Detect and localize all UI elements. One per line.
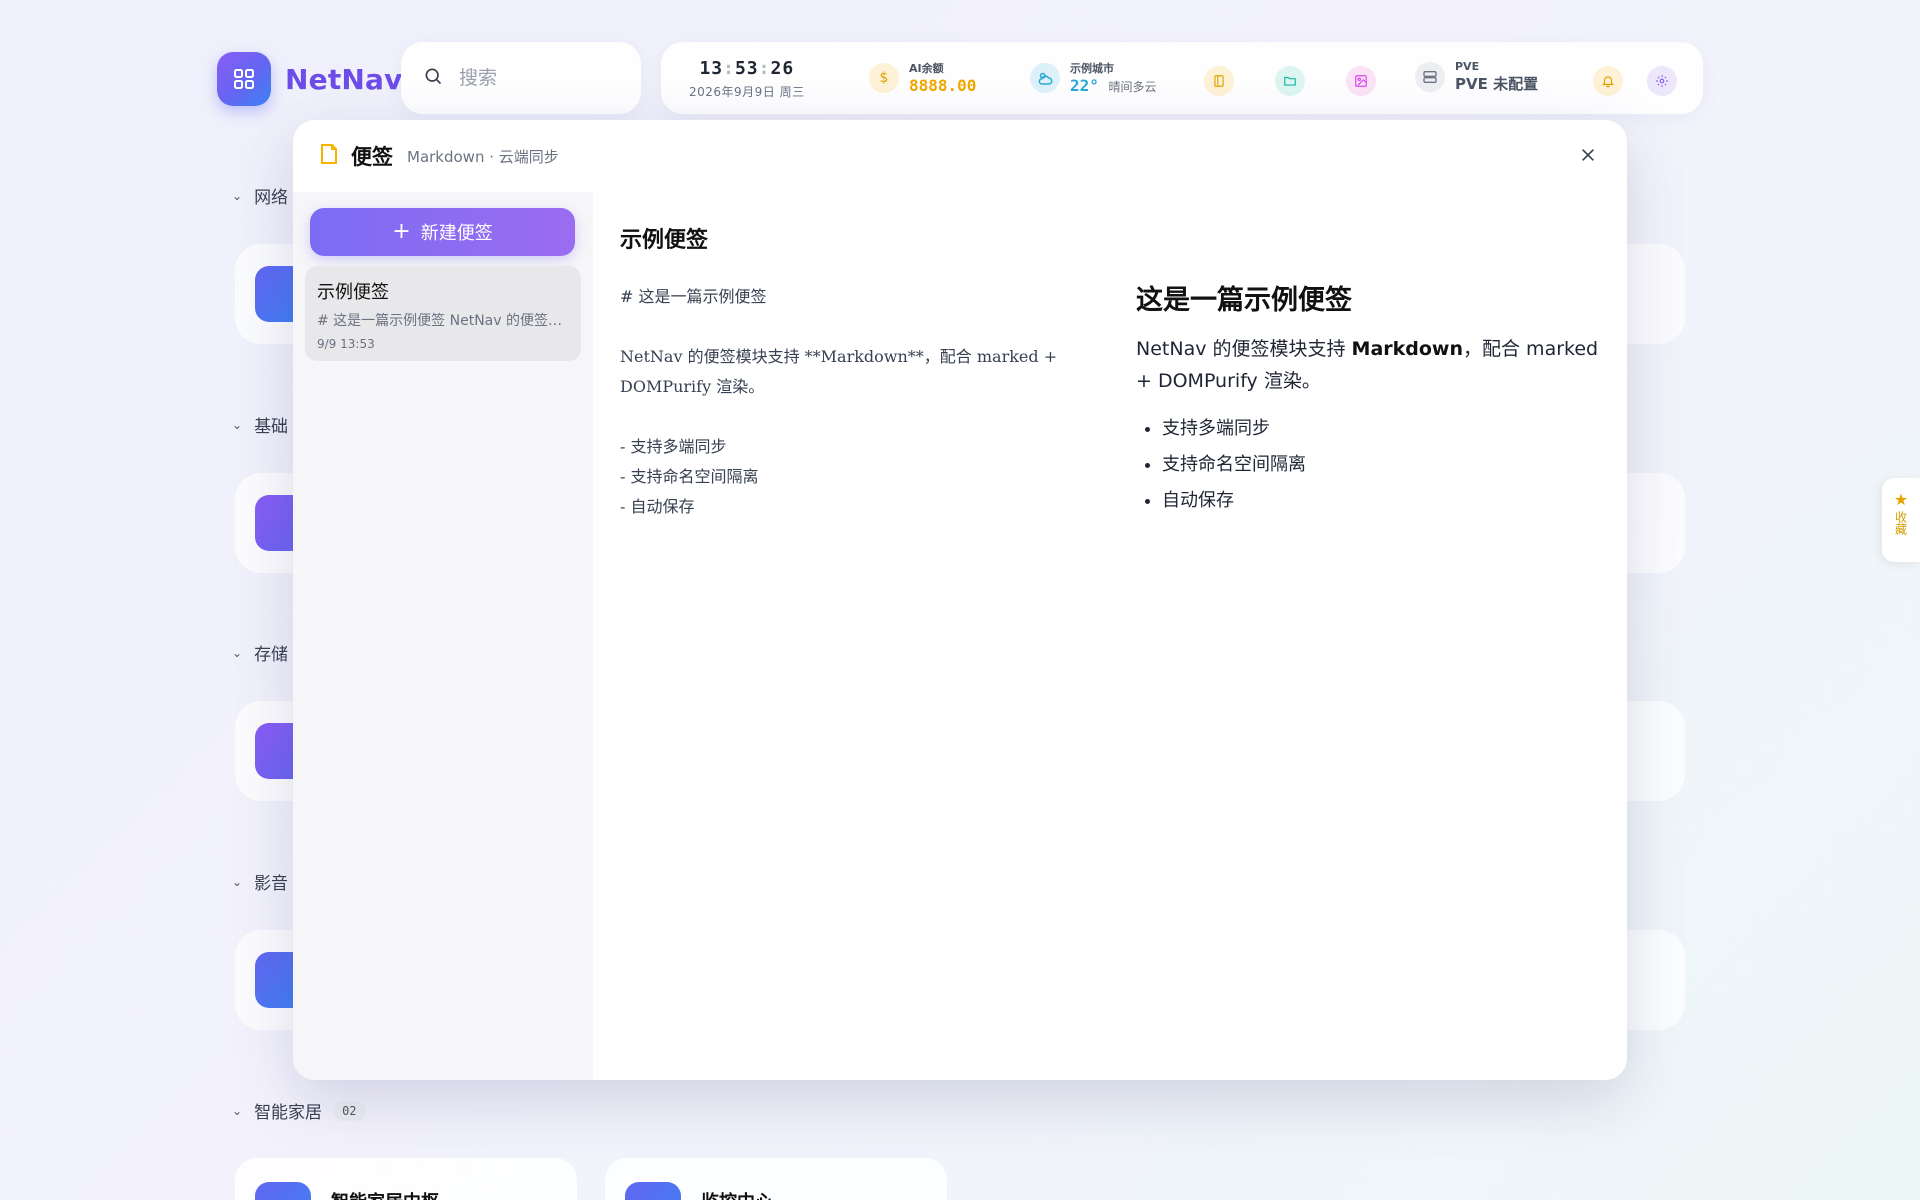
preview-list: 支持多端同步 支持命名空间隔离 自动保存 [1136,411,1606,519]
service-card[interactable]: 监控中心 [605,1158,947,1200]
category-network[interactable]: ⌄ 网络 [232,183,288,208]
ai-balance-widget[interactable]: $ AI余额 8888.00 [869,60,976,95]
weather-icon [1030,62,1060,93]
search-icon [423,66,443,90]
ai-balance-label: AI余额 [909,62,944,75]
note-item-preview: # 这是一篇示例便签 NetNav 的便签模块支持 **Markdown**，配… [317,313,569,329]
service-icon [625,1182,681,1200]
dollar-icon: $ [869,62,899,93]
category-label: 存储 [254,645,289,665]
server-icon [1415,62,1445,92]
clock-time: 13:53:26 [699,58,795,79]
close-icon [1580,147,1596,167]
weather-desc: 晴间多云 [1108,80,1157,94]
modal-title: 便签 [351,145,393,169]
preview-list-item: 支持多端同步 [1162,411,1606,447]
preview-paragraph: NetNav 的便签模块支持 Markdown，配合 marked + DOMP… [1136,338,1599,392]
preview-list-item: 支持命名空间隔离 [1162,447,1606,483]
chevron-down-icon: ⌄ [232,188,243,203]
category-label: 智能家居 [254,1103,323,1123]
chevron-down-icon: ⌄ [232,645,243,660]
preview-heading: 这是一篇示例便签 [1136,285,1352,316]
favorites-label: 收藏 [1893,511,1908,535]
weather-city: 示例城市 [1070,62,1114,75]
folder-icon[interactable] [1275,66,1305,96]
grid-icon [217,52,271,106]
plus-icon: + [392,219,411,244]
close-button[interactable] [1575,144,1601,170]
weather-widget[interactable]: 示例城市 22° 晴间多云 [1030,60,1157,95]
category-count-badge: 02 [334,1100,365,1121]
new-note-label: 新建便签 [420,223,493,244]
pve-value: PVE 未配置 [1455,75,1539,93]
category-label: 基础 [254,417,289,437]
category-media[interactable]: ⌄ 影音 [232,869,288,894]
status-bar: 13:53:26 2026年9月9日 周三 $ AI余额 8888.00 示例城… [661,42,1703,114]
image-icon[interactable] [1346,66,1376,96]
clock-widget: 13:53:26 2026年9月9日 周三 [689,58,805,100]
category-label: 网络 [254,188,289,208]
clock-hours: 13 [699,58,724,79]
chevron-down-icon: ⌄ [232,417,243,432]
weather-temp: 22° [1070,76,1099,95]
note-item-date: 9/9 13:53 [317,337,375,351]
markdown-preview: 这是一篇示例便签 NetNav 的便签模块支持 Markdown，配合 mark… [1136,278,1606,519]
book-icon[interactable] [1204,66,1234,96]
service-title: 监控中心 [701,1188,773,1200]
category-storage[interactable]: ⌄ 存储 [232,640,288,665]
note-item-title: 示例便签 [317,282,389,303]
search-input[interactable] [459,67,609,89]
app-logo[interactable]: NetNav [217,52,403,106]
clock-minutes: 53 [734,58,759,79]
service-title: 智能家居中枢 [331,1188,439,1200]
markdown-source-editor[interactable]: # 这是一篇示例便签 NetNav 的便签模块支持 **Markdown**，配… [620,282,1100,982]
clock-date: 2026年9月9日 周三 [689,85,805,99]
gear-icon[interactable] [1647,66,1677,96]
service-icon [255,1182,311,1200]
editor-title[interactable]: 示例便签 [620,222,708,254]
new-note-button[interactable]: + 新建便签 [310,208,575,256]
note-list-item[interactable]: 示例便签 # 这是一篇示例便签 NetNav 的便签模块支持 **Markdow… [305,266,581,361]
notes-modal: 便签 Markdown · 云端同步 + 新建便签 示例便签 # 这是一篇示例便… [293,120,1627,1080]
notes-sidebar: + 新建便签 示例便签 # 这是一篇示例便签 NetNav 的便签模块支持 **… [293,192,593,1080]
note-icon [317,142,341,170]
chevron-down-icon: ⌄ [232,874,243,889]
preview-list-item: 自动保存 [1162,483,1606,519]
pve-label: PVE [1455,60,1480,73]
category-label: 影音 [254,874,289,894]
category-basic[interactable]: ⌄ 基础 [232,412,288,437]
category-smarthome[interactable]: ⌄ 智能家居 02 [232,1098,365,1123]
modal-subtitle: Markdown · 云端同步 [407,147,559,166]
modal-header: 便签 Markdown · 云端同步 [293,120,1627,192]
clock-seconds: 26 [770,58,795,79]
chevron-down-icon: ⌄ [232,1103,243,1118]
note-editor: 示例便签 # 这是一篇示例便签 NetNav 的便签模块支持 **Markdow… [593,192,1627,1080]
search-box[interactable] [401,42,641,114]
star-icon: ★ [1893,490,1909,509]
service-card[interactable]: 智能家居中枢 [235,1158,577,1200]
favorites-tab[interactable]: ★ 收藏 [1882,478,1920,562]
ai-balance-value: 8888.00 [909,76,977,95]
bell-icon[interactable] [1593,66,1623,96]
pve-widget[interactable]: PVE PVE 未配置 [1415,60,1538,94]
app-name: NetNav [285,62,403,96]
